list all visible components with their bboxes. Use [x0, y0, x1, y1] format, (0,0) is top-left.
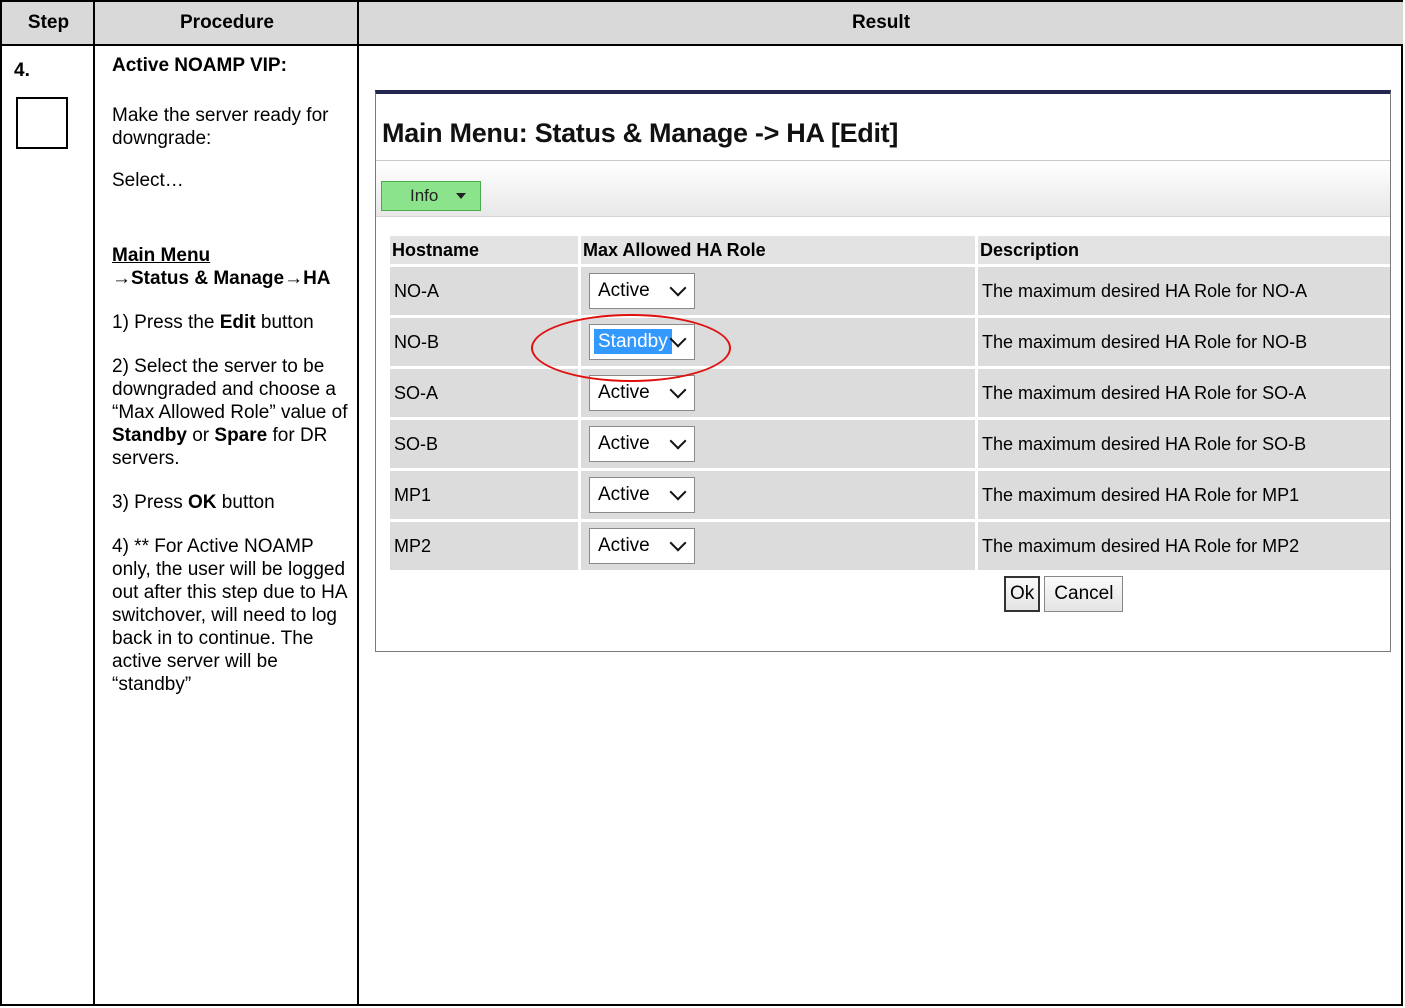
description-cell: The maximum desired HA Role for NO-A — [975, 264, 1390, 317]
header-step: Step — [2, 2, 95, 46]
table-row: MP2 Active The maximum desired HA Role f… — [390, 519, 1390, 570]
caret-down-icon — [456, 193, 466, 199]
role-select[interactable]: Active — [589, 426, 695, 462]
ok-button[interactable]: Ok — [1004, 576, 1041, 612]
hostname-cell: NO-A — [390, 264, 580, 317]
table-row: SO-A Active The maximum desired HA Role … — [390, 366, 1390, 419]
role-select[interactable]: Active — [589, 528, 695, 564]
toolbar: Info — [376, 161, 1390, 217]
header-procedure: Procedure — [95, 2, 359, 46]
chevron-down-icon — [669, 483, 687, 501]
description-cell: The maximum desired HA Role for SO-B — [975, 417, 1390, 470]
chevron-down-icon — [669, 279, 687, 297]
procedure-text: Active NOAMP VIP: Make the server ready … — [112, 54, 352, 696]
ha-table: Hostname Max Allowed HA Role Description… — [390, 236, 1390, 570]
role-select[interactable]: Active — [589, 273, 695, 309]
procedure-select: Select… — [112, 170, 184, 191]
procedure-intro: Make the server ready for downgrade: — [112, 105, 329, 149]
instruction-4: 4) ** For Active NOAMP only, the user wi… — [112, 536, 347, 695]
info-button[interactable]: Info — [381, 181, 481, 211]
table-row: NO-A Active The maximum desired HA Role … — [390, 264, 1390, 317]
column-divider — [357, 2, 359, 1004]
role-select[interactable]: Active — [589, 477, 695, 513]
description-cell: The maximum desired HA Role for MP2 — [975, 519, 1390, 570]
role-select-selected[interactable]: Standby — [589, 324, 695, 360]
column-header: Description — [975, 236, 1390, 266]
column-header: Hostname — [390, 236, 580, 266]
chevron-down-icon — [669, 534, 687, 552]
column-header: Max Allowed HA Role — [578, 236, 977, 266]
table-row: NO-B Standby The maximum desired HA Role… — [390, 315, 1390, 368]
table-row: MP1 Active The maximum desired HA Role f… — [390, 468, 1390, 521]
description-cell: The maximum desired HA Role for NO-B — [975, 315, 1390, 368]
page-title: Main Menu: Status & Manage -> HA [Edit] — [382, 118, 899, 148]
cancel-button[interactable]: Cancel — [1044, 576, 1124, 612]
procedure-title: Active NOAMP VIP: — [112, 55, 287, 76]
instruction-1: 1) Press the Edit button — [112, 312, 314, 333]
step-number: 4. — [14, 60, 30, 81]
hostname-cell: NO-B — [390, 315, 580, 368]
chevron-down-icon — [669, 381, 687, 399]
hostname-cell: SO-B — [390, 417, 580, 470]
form-buttons: Ok Cancel — [1004, 576, 1124, 612]
header-result: Result — [359, 2, 1403, 46]
menu-path-main: Main Menu — [112, 245, 211, 266]
role-select[interactable]: Active — [589, 375, 695, 411]
hostname-cell: MP2 — [390, 519, 580, 570]
table-row: SO-B Active The maximum desired HA Role … — [390, 417, 1390, 470]
menu-path-rest: →Status & Manage→HA — [112, 268, 331, 289]
chevron-down-icon — [669, 330, 687, 348]
instruction-3: 3) Press OK button — [112, 492, 275, 513]
menu-path: Main Menu →Status & Manage→HA — [112, 244, 352, 290]
chevron-down-icon — [669, 432, 687, 450]
hostname-cell: SO-A — [390, 366, 580, 419]
description-cell: The maximum desired HA Role for MP1 — [975, 468, 1390, 521]
step-checkbox[interactable] — [16, 97, 68, 149]
instruction-2: 2) Select the server to be downgraded an… — [112, 356, 348, 469]
ha-edit-screenshot: Main Menu: Status & Manage -> HA [Edit] … — [375, 90, 1391, 652]
procedure-table: Step Procedure Result 4. Active NOAMP VI… — [0, 0, 1403, 1006]
column-divider — [93, 2, 95, 1004]
hostname-cell: MP1 — [390, 468, 580, 521]
description-cell: The maximum desired HA Role for SO-A — [975, 366, 1390, 419]
